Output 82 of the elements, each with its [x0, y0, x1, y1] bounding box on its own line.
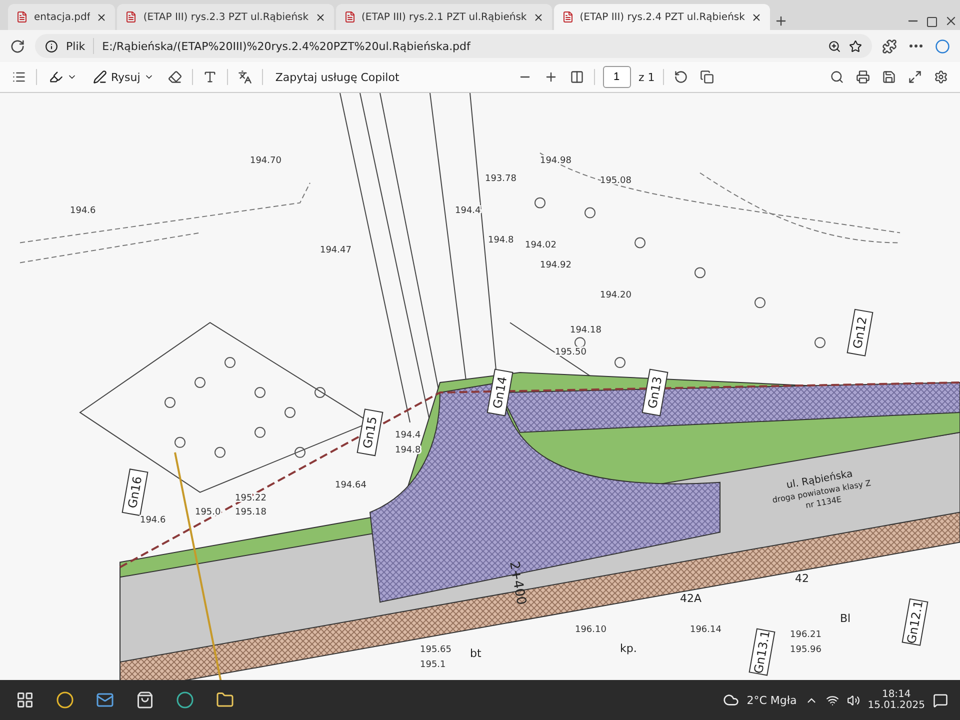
elevation-label: 194.47: [320, 246, 352, 256]
zoom-icon[interactable]: [828, 40, 841, 52]
scheme-label: Plik: [66, 40, 86, 52]
pdf-icon: [125, 11, 138, 23]
browser-tab[interactable]: (ETAP III) rys.2.4 PZT ul.Rąbieńsk: [554, 4, 770, 30]
elevation-label: 195.1: [420, 660, 446, 670]
lot-label: Bl: [840, 612, 851, 626]
elevation-label: 195.65: [420, 645, 452, 656]
lot-label: kp.: [620, 642, 637, 656]
station-label: Gn16: [122, 468, 148, 516]
elevation-label: 195.0: [195, 507, 221, 518]
elevation-label: 195.96: [790, 645, 822, 656]
pdf-icon: [344, 11, 356, 23]
station-label: Gn12: [846, 308, 874, 356]
close-icon[interactable]: [96, 12, 108, 22]
pdf-icon: [16, 11, 28, 23]
favorite-icon[interactable]: [849, 40, 862, 52]
elevation-label: 194.18: [570, 326, 602, 336]
station-label: Gn13: [642, 368, 668, 416]
elevation-label: 194.02: [525, 240, 556, 251]
browser-tab[interactable]: (ETAP III) rys.2.3 PZT ul.Rąbieńsk: [117, 4, 334, 30]
close-icon[interactable]: [750, 12, 762, 22]
elevation-label: 194.70: [250, 156, 282, 166]
elevation-label: 196.10: [575, 625, 606, 636]
weather-text: 2°C Mgła: [746, 694, 797, 706]
weather-icon[interactable]: [722, 692, 739, 708]
elevation-label: 194.4: [395, 430, 421, 440]
close-icon[interactable]: [314, 12, 326, 22]
elevation-label: 194.4: [455, 206, 481, 216]
pdf-icon: [562, 11, 574, 23]
network-icon[interactable]: [826, 694, 839, 706]
browser-tab[interactable]: entacja.pdf: [8, 4, 116, 30]
info-icon: [45, 40, 58, 52]
browser-tab[interactable]: (ETAP III) rys.2.1 PZT ul.Rąbieńsk: [336, 4, 552, 30]
elevation-label: 194.20: [600, 290, 632, 301]
elevation-label: 195.08: [600, 176, 632, 186]
elevation-label: 195.50: [555, 348, 586, 358]
page-total: z 1: [638, 70, 655, 84]
lot-label: 42A: [680, 592, 702, 606]
maximize-button[interactable]: [924, 14, 940, 30]
elevation-label: 195.18: [235, 507, 266, 518]
volume-icon[interactable]: [846, 694, 860, 706]
more-icon: [909, 44, 923, 48]
elevation-label: 194.6: [140, 515, 166, 526]
plus-icon: [774, 14, 788, 28]
more-button[interactable]: [907, 42, 925, 50]
elevation-label: 196.14: [690, 625, 722, 636]
lot-label: bt: [470, 647, 482, 660]
extensions-button[interactable]: [880, 36, 899, 56]
elevation-label: 194.92: [540, 260, 572, 271]
elevation-label: 194.8: [488, 236, 514, 246]
close-icon[interactable]: [532, 12, 544, 22]
elevation-label: 194.64: [335, 480, 366, 490]
address-field[interactable]: Plik E:/Rąbieńska/(ETAP%20III)%20rys.2.4%20PZT%20ul.Rąbieńska.pdf: [35, 34, 872, 58]
station-label: Gn15: [356, 408, 384, 456]
elevation-label: 195.22: [235, 493, 266, 504]
elevation-label: 196.21: [790, 630, 822, 640]
highlighter-icon: [49, 70, 63, 84]
station-label: Gn12.1: [902, 598, 928, 646]
station-label: Gn14: [486, 368, 514, 416]
plus-icon: [544, 70, 558, 84]
url-text: E:/Rąbieńska/(ETAP%20III)%20rys.2.4%20PZT%20ul.Rąbieńska.pdf: [102, 40, 470, 52]
elevation-label: 193.78: [485, 174, 516, 184]
draw-button[interactable]: Rysuj: [89, 68, 158, 86]
page-number-field[interactable]: 1: [602, 66, 631, 88]
station-label: Gn13.1: [748, 628, 776, 676]
eraser-button[interactable]: [166, 68, 184, 86]
pen-icon: [93, 70, 107, 84]
chainage-label: 2+400: [506, 560, 528, 606]
copilot-button[interactable]: [933, 36, 952, 56]
clock-time: 18:14: [882, 689, 911, 700]
translate-button[interactable]: [236, 68, 254, 86]
notification-icon[interactable]: [933, 692, 948, 708]
lot-label: 42: [795, 572, 809, 586]
elevation-label: 194.98: [540, 156, 572, 166]
copilot-ask-button[interactable]: Zapytaj usługę Copilot: [271, 68, 404, 86]
close-icon: [944, 14, 958, 28]
print-button[interactable]: [854, 68, 872, 86]
elevation-label: 194.6: [70, 206, 96, 216]
maximize-icon: [926, 16, 938, 28]
page-view-button[interactable]: [698, 68, 716, 86]
clock-date: 15.01.2025: [868, 700, 925, 711]
